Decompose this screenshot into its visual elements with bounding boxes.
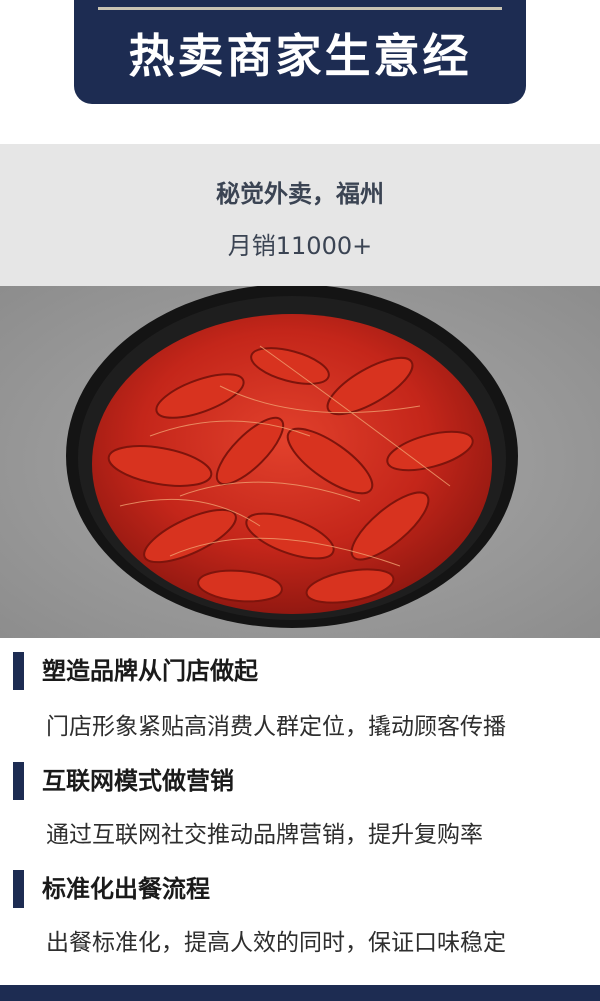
feature-title: 标准化出餐流程 xyxy=(42,875,210,903)
header-banner: 热卖商家生意经 xyxy=(74,0,526,104)
merchant-name: 秘觉外卖，福州 xyxy=(216,180,384,208)
bottom-bar xyxy=(0,985,600,1001)
banner-divider xyxy=(98,7,502,10)
feature-marker xyxy=(13,762,24,800)
crayfish-photo xyxy=(0,286,600,638)
page: 热卖商家生意经 秘觉外卖，福州 月销11000+ 塑造品牌从门店做起 门店形象紧… xyxy=(0,0,600,1001)
feature-description: 门店形象紧贴高消费人群定位，撬动顾客传播 xyxy=(46,714,506,740)
merchant-info: 秘觉外卖，福州 月销11000+ xyxy=(0,144,600,286)
banner-title: 热卖商家生意经 xyxy=(128,29,472,83)
feature-title: 塑造品牌从门店做起 xyxy=(42,657,258,685)
feature-description: 通过互联网社交推动品牌营销，提升复购率 xyxy=(46,822,483,848)
feature-marker xyxy=(13,652,24,690)
feature-marker xyxy=(13,870,24,908)
crayfish-bowl-image xyxy=(0,286,600,638)
monthly-sales: 月销11000+ xyxy=(227,232,373,260)
feature-description: 出餐标准化，提高人效的同时，保证口味稳定 xyxy=(46,930,506,956)
feature-title: 互联网模式做营销 xyxy=(42,767,234,795)
